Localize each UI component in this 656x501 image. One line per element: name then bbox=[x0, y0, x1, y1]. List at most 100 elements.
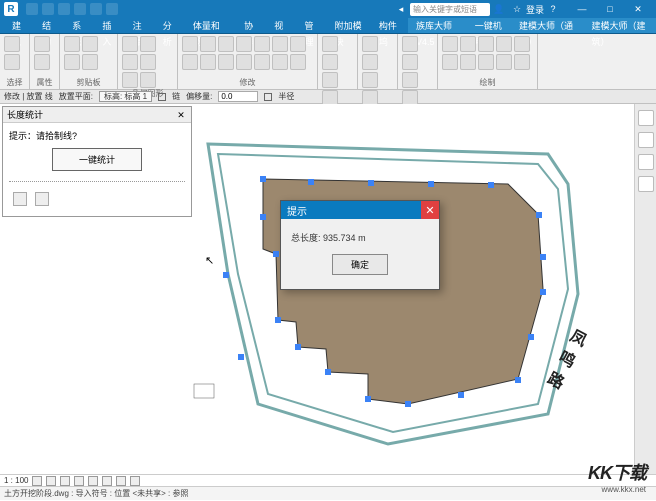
ribbon-tool-icon[interactable] bbox=[122, 54, 138, 70]
ribbon-tool-icon[interactable] bbox=[236, 54, 252, 70]
ribbon-tab[interactable]: 结构 bbox=[34, 18, 64, 33]
ribbon-tool-icon[interactable] bbox=[442, 36, 458, 52]
one-click-stats-button[interactable]: 一键统计 bbox=[52, 148, 142, 171]
ribbon-tool-icon[interactable] bbox=[200, 54, 216, 70]
ribbon-tool-icon[interactable] bbox=[64, 54, 80, 70]
status-icon[interactable] bbox=[32, 476, 42, 486]
user-icon[interactable]: 👤 bbox=[492, 2, 506, 16]
ribbon-tool-icon[interactable] bbox=[64, 36, 80, 52]
ribbon-tab[interactable]: 建筑 bbox=[4, 18, 34, 33]
arrow-left-icon[interactable]: ◂ bbox=[394, 2, 408, 16]
ribbon-tool-icon[interactable] bbox=[322, 54, 338, 70]
view-tool-icon[interactable] bbox=[638, 132, 654, 148]
login-link[interactable]: 登录 bbox=[526, 3, 544, 16]
ribbon-tool-icon[interactable] bbox=[362, 54, 378, 70]
status-icon[interactable] bbox=[102, 476, 112, 486]
ribbon-tab[interactable]: 注释 bbox=[125, 18, 155, 33]
ribbon-tab[interactable]: 体量和场地 bbox=[185, 18, 236, 33]
ribbon-tool-icon[interactable] bbox=[290, 54, 306, 70]
ribbon-tool-icon[interactable] bbox=[478, 54, 494, 70]
ribbon-tool-icon[interactable] bbox=[218, 36, 234, 52]
ribbon-tool-icon[interactable] bbox=[290, 36, 306, 52]
ribbon-tab[interactable]: 视图 bbox=[266, 18, 296, 33]
ribbon-tool-icon[interactable] bbox=[122, 36, 138, 52]
maximize-button[interactable]: □ bbox=[596, 0, 624, 18]
ribbon-tool-icon[interactable] bbox=[4, 54, 20, 70]
ribbon-tool-icon[interactable] bbox=[322, 72, 338, 88]
view-tool-icon[interactable] bbox=[638, 154, 654, 170]
status-icon[interactable] bbox=[116, 476, 126, 486]
ribbon-tab[interactable]: 附加模块 bbox=[327, 18, 371, 33]
ribbon-tool-icon[interactable] bbox=[182, 54, 198, 70]
ribbon-tab[interactable]: 系统 bbox=[64, 18, 94, 33]
ribbon-tool-icon[interactable] bbox=[182, 36, 198, 52]
status-icon[interactable] bbox=[88, 476, 98, 486]
ribbon-tab[interactable]: 建模大师（建筑） bbox=[584, 18, 656, 33]
ribbon-tab[interactable]: 插入 bbox=[94, 18, 124, 33]
ribbon-tool-icon[interactable] bbox=[496, 54, 512, 70]
ribbon-tool-icon[interactable] bbox=[496, 36, 512, 52]
panel-tool-icon[interactable] bbox=[35, 192, 49, 206]
ribbon-tab[interactable]: 一键机电 bbox=[467, 18, 511, 33]
ribbon-tool-icon[interactable] bbox=[218, 54, 234, 70]
qat-print-icon[interactable] bbox=[90, 3, 102, 15]
ribbon-tool-icon[interactable] bbox=[460, 36, 476, 52]
ribbon-tool-icon[interactable] bbox=[140, 36, 156, 52]
ribbon-tool-icon[interactable] bbox=[322, 36, 338, 52]
ribbon-tool-icon[interactable] bbox=[254, 36, 270, 52]
ribbon-tab[interactable]: 分析 bbox=[155, 18, 185, 33]
help-icon[interactable]: ? bbox=[546, 2, 560, 16]
dialog-close-button[interactable]: ✕ bbox=[421, 201, 439, 219]
ribbon-tool-icon[interactable] bbox=[4, 36, 20, 52]
view-tool-icon[interactable] bbox=[638, 176, 654, 192]
panel-close-button[interactable]: ✕ bbox=[175, 109, 187, 121]
ribbon-tool-icon[interactable] bbox=[82, 54, 98, 70]
qat-save-icon[interactable] bbox=[42, 3, 54, 15]
ribbon-tool-icon[interactable] bbox=[478, 36, 494, 52]
ribbon-tool-icon[interactable] bbox=[402, 54, 418, 70]
status-icon[interactable] bbox=[74, 476, 84, 486]
qat-open-icon[interactable] bbox=[26, 3, 38, 15]
ribbon-tool-icon[interactable] bbox=[140, 72, 156, 88]
qat-more-icon[interactable] bbox=[106, 3, 118, 15]
ribbon-tab[interactable]: 构件坞 bbox=[371, 18, 408, 33]
ribbon-tool-icon[interactable] bbox=[200, 36, 216, 52]
radius-checkbox[interactable] bbox=[264, 93, 272, 101]
ribbon-tool-icon[interactable] bbox=[254, 54, 270, 70]
ribbon-tool-icon[interactable] bbox=[122, 72, 138, 88]
close-window-button[interactable]: ✕ bbox=[624, 0, 652, 18]
dialog-ok-button[interactable]: 确定 bbox=[332, 254, 388, 275]
chain-checkbox[interactable] bbox=[158, 93, 166, 101]
status-icon[interactable] bbox=[130, 476, 140, 486]
offset-input[interactable] bbox=[218, 91, 258, 102]
ribbon-tool-icon[interactable] bbox=[514, 54, 530, 70]
status-icon[interactable] bbox=[60, 476, 70, 486]
view-tool-icon[interactable] bbox=[638, 110, 654, 126]
qat-redo-icon[interactable] bbox=[74, 3, 86, 15]
ribbon-tab[interactable]: 管理 bbox=[296, 18, 326, 33]
ribbon-tool-icon[interactable] bbox=[514, 36, 530, 52]
ribbon-tab[interactable]: 协作 bbox=[236, 18, 266, 33]
scale-display[interactable]: 1 : 100 bbox=[4, 476, 28, 485]
ribbon-tool-icon[interactable] bbox=[34, 54, 50, 70]
ribbon-tool-icon[interactable] bbox=[402, 36, 418, 52]
ribbon-tab[interactable]: 建模大师（通用） bbox=[511, 18, 584, 33]
ribbon-tab[interactable]: 族库大师V4.5 bbox=[408, 18, 467, 33]
status-icon[interactable] bbox=[46, 476, 56, 486]
ribbon-tool-icon[interactable] bbox=[272, 54, 288, 70]
ribbon-tool-icon[interactable] bbox=[442, 54, 458, 70]
ribbon-tool-icon[interactable] bbox=[272, 36, 288, 52]
ribbon-tool-icon[interactable] bbox=[362, 36, 378, 52]
ribbon-tool-icon[interactable] bbox=[236, 36, 252, 52]
help-search-input[interactable]: 输入关键字或短语 bbox=[410, 3, 490, 16]
place-plane-dropdown[interactable]: 标高: 标高 1 bbox=[99, 91, 152, 102]
ribbon-tool-icon[interactable] bbox=[82, 36, 98, 52]
panel-tool-icon[interactable] bbox=[13, 192, 27, 206]
qat-undo-icon[interactable] bbox=[58, 3, 70, 15]
ribbon-tool-icon[interactable] bbox=[460, 54, 476, 70]
minimize-button[interactable]: — bbox=[568, 0, 596, 18]
ribbon-tool-icon[interactable] bbox=[140, 54, 156, 70]
favorite-icon[interactable]: ☆ bbox=[510, 2, 524, 16]
ribbon-tool-icon[interactable] bbox=[402, 72, 418, 88]
ribbon-tool-icon[interactable] bbox=[34, 36, 50, 52]
